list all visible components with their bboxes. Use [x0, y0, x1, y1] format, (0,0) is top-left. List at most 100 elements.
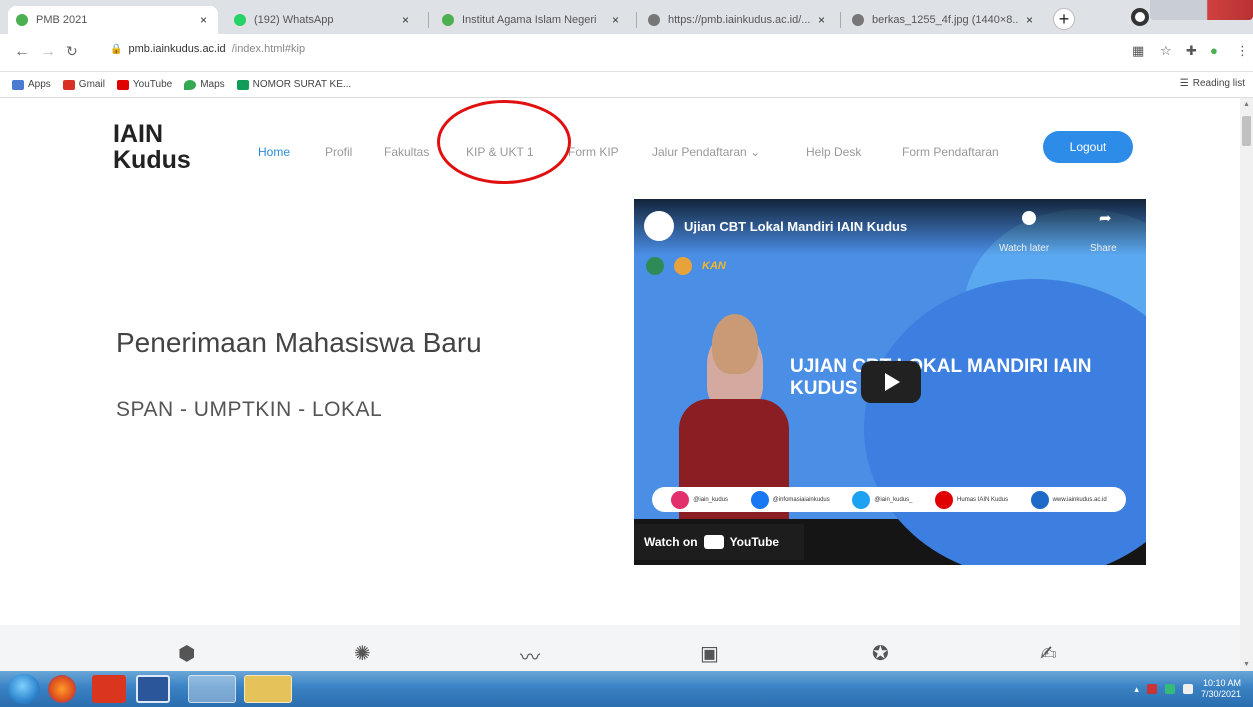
social-handle: @infomasiaiainkudus — [772, 496, 830, 503]
show-hidden-icons-icon[interactable]: ▴ — [1134, 684, 1139, 695]
lock-icon: 🔒 — [110, 43, 123, 55]
youtube-wordmark: YouTube — [729, 535, 780, 549]
bookmark-star-icon[interactable]: ☆ — [1160, 43, 1172, 59]
bookmark-label: NOMOR SURAT KE... — [252, 79, 352, 90]
window-controls[interactable] — [1150, 0, 1253, 20]
site-logo[interactable]: IAIN Kudus — [113, 121, 191, 173]
close-tab-icon[interactable]: × — [402, 13, 412, 27]
close-tab-icon[interactable]: × — [200, 13, 210, 27]
reading-list-button[interactable]: ☰ Reading list — [1180, 78, 1245, 89]
tab-title: (192) WhatsApp — [254, 14, 334, 26]
firefox-icon[interactable] — [48, 675, 76, 703]
site-favicon-icon — [16, 14, 28, 26]
bookmark-label: Maps — [200, 79, 225, 90]
social-youtube: Humas IAIN Kudus — [935, 490, 1008, 509]
youtube-logo-icon — [703, 535, 724, 549]
reading-list-label: Reading list — [1192, 78, 1245, 89]
kemenag-logo-icon — [646, 257, 664, 275]
bookmark-label: Gmail — [78, 79, 105, 90]
hero-title: Penerimaan Mahasiswa Baru — [116, 327, 482, 358]
youtube-icon — [935, 490, 954, 509]
system-clock[interactable]: 10:10 AM 7/30/2021 — [1201, 678, 1241, 700]
url-path: /index.html#kip — [231, 43, 306, 55]
close-tab-icon[interactable]: × — [612, 13, 622, 27]
back-arrow-icon[interactable]: ← — [14, 43, 30, 61]
globe-icon — [648, 14, 660, 26]
tab-separator — [840, 12, 841, 28]
tab-berkas-jpg[interactable]: berkas_1255_4f.jpg (1440×8... × — [844, 6, 1044, 34]
video-title[interactable]: Ujian CBT Lokal Mandiri IAIN Kudus — [684, 219, 907, 234]
sponsor-logos: KAN — [646, 257, 726, 275]
play-icon — [885, 373, 900, 391]
tab-institut-agama[interactable]: Institut Agama Islam Negeri × — [434, 6, 630, 34]
network-icon[interactable] — [1164, 684, 1175, 694]
red-annotation-circle — [437, 100, 571, 184]
translate-icon[interactable]: ▦ — [1132, 43, 1144, 59]
hero-subtitle: SPAN - UMPTKIN - LOKAL — [116, 398, 383, 421]
address-bar[interactable]: 🔒 pmb.iainkudus.ac.id/index.html#kip — [110, 38, 1110, 60]
logout-button[interactable]: Logout — [1043, 131, 1133, 163]
youtube-icon — [116, 79, 129, 90]
apps-grid-icon — [12, 79, 24, 90]
scroll-thumb[interactable] — [1242, 116, 1251, 146]
bookmark-nomor-surat[interactable]: NOMOR SURAT KE... — [236, 79, 352, 90]
reading-list-icon: ☰ — [1179, 78, 1189, 89]
channel-avatar-icon[interactable] — [644, 211, 674, 241]
browser-toolbar: ← → ↻ 🔒 pmb.iainkudus.ac.id/index.html#k… — [0, 34, 1253, 72]
share-arrow-icon[interactable]: ➦ — [1099, 209, 1112, 227]
nav-fakultas[interactable]: Fakultas — [384, 145, 429, 159]
social-facebook: @infomasiaiainkudus — [750, 490, 830, 509]
bookmark-gmail[interactable]: Gmail — [62, 79, 105, 90]
word-icon[interactable] — [136, 675, 170, 703]
windows-taskbar: ▴ 10:10 AM 7/30/2021 — [0, 671, 1253, 707]
bookmark-apps[interactable]: Apps — [12, 79, 51, 90]
chrome-icon[interactable] — [188, 675, 236, 703]
nav-home[interactable]: Home — [258, 145, 290, 159]
scroll-down-arrow-icon[interactable]: ▼ — [1243, 661, 1250, 668]
sheets-icon — [236, 79, 249, 90]
forward-arrow-icon[interactable]: → — [40, 43, 56, 61]
volume-icon[interactable] — [1182, 684, 1193, 694]
bookmark-label: YouTube — [132, 79, 173, 90]
page-scrollbar[interactable]: ▲ ▼ — [1240, 98, 1253, 671]
bookmark-label: Apps — [28, 79, 51, 90]
bookmark-youtube[interactable]: YouTube — [116, 79, 173, 90]
new-tab-button[interactable]: + — [1053, 8, 1075, 30]
social-handle: www.iainkudus.ac.id — [1052, 496, 1107, 503]
extensions-puzzle-icon[interactable]: ✚ — [1186, 43, 1197, 59]
extension-icon[interactable]: ● — [1210, 43, 1218, 58]
foxit-pdf-icon[interactable] — [92, 675, 126, 703]
close-tab-icon[interactable]: × — [1026, 13, 1036, 27]
facebook-icon — [750, 490, 769, 509]
nav-jalur-pendaftaran[interactable]: Jalur Pendaftaran ⌄ — [652, 145, 760, 159]
file-explorer-icon[interactable] — [244, 675, 292, 703]
partner-logo-icon: ⬢ — [178, 643, 196, 665]
start-button[interactable] — [8, 674, 40, 704]
antivirus-icon[interactable] — [1146, 684, 1157, 694]
watch-on-youtube-button[interactable]: Watch on YouTube — [634, 524, 804, 560]
clock-date: 7/30/2021 — [1200, 689, 1241, 699]
video-headline: UJIAN CBT LOKAL MANDIRI IAIN KUDUS — [790, 356, 1092, 399]
nav-profil[interactable]: Profil — [325, 145, 352, 159]
nav-help-desk[interactable]: Help Desk — [806, 145, 861, 159]
youtube-video-embed[interactable]: Ujian CBT Lokal Mandiri IAIN Kudus ➦ Wat… — [634, 199, 1146, 565]
menu-kebab-icon[interactable]: ⋮ — [1236, 43, 1249, 59]
profile-avatar-icon[interactable] — [1131, 8, 1149, 26]
nav-form-pendaftaran[interactable]: Form Pendaftaran — [902, 145, 999, 159]
reload-icon[interactable]: ↻ — [66, 43, 78, 60]
logo-line-2: Kudus — [113, 146, 191, 174]
close-tab-icon[interactable]: × — [818, 13, 828, 27]
nav-form-kip[interactable]: Form KIP — [568, 145, 619, 159]
bookmark-maps[interactable]: Maps — [184, 79, 225, 90]
tab-whatsapp[interactable]: (192) WhatsApp × — [226, 6, 420, 34]
instagram-icon — [671, 490, 690, 509]
watch-later-icon[interactable] — [1022, 211, 1036, 225]
tab-title: https://pmb.iainkudus.ac.id/... — [668, 14, 810, 26]
social-handle: @iain_kudus — [693, 496, 729, 503]
share-label[interactable]: Share — [1090, 243, 1117, 254]
tab-title: berkas_1255_4f.jpg (1440×8... — [872, 14, 1018, 26]
watch-later-label[interactable]: Watch later — [999, 243, 1049, 254]
tab-pmb-2021[interactable]: PMB 2021 × — [8, 6, 218, 34]
scroll-up-arrow-icon[interactable]: ▲ — [1243, 101, 1250, 108]
tab-pmb-url[interactable]: https://pmb.iainkudus.ac.id/... × — [640, 6, 836, 34]
